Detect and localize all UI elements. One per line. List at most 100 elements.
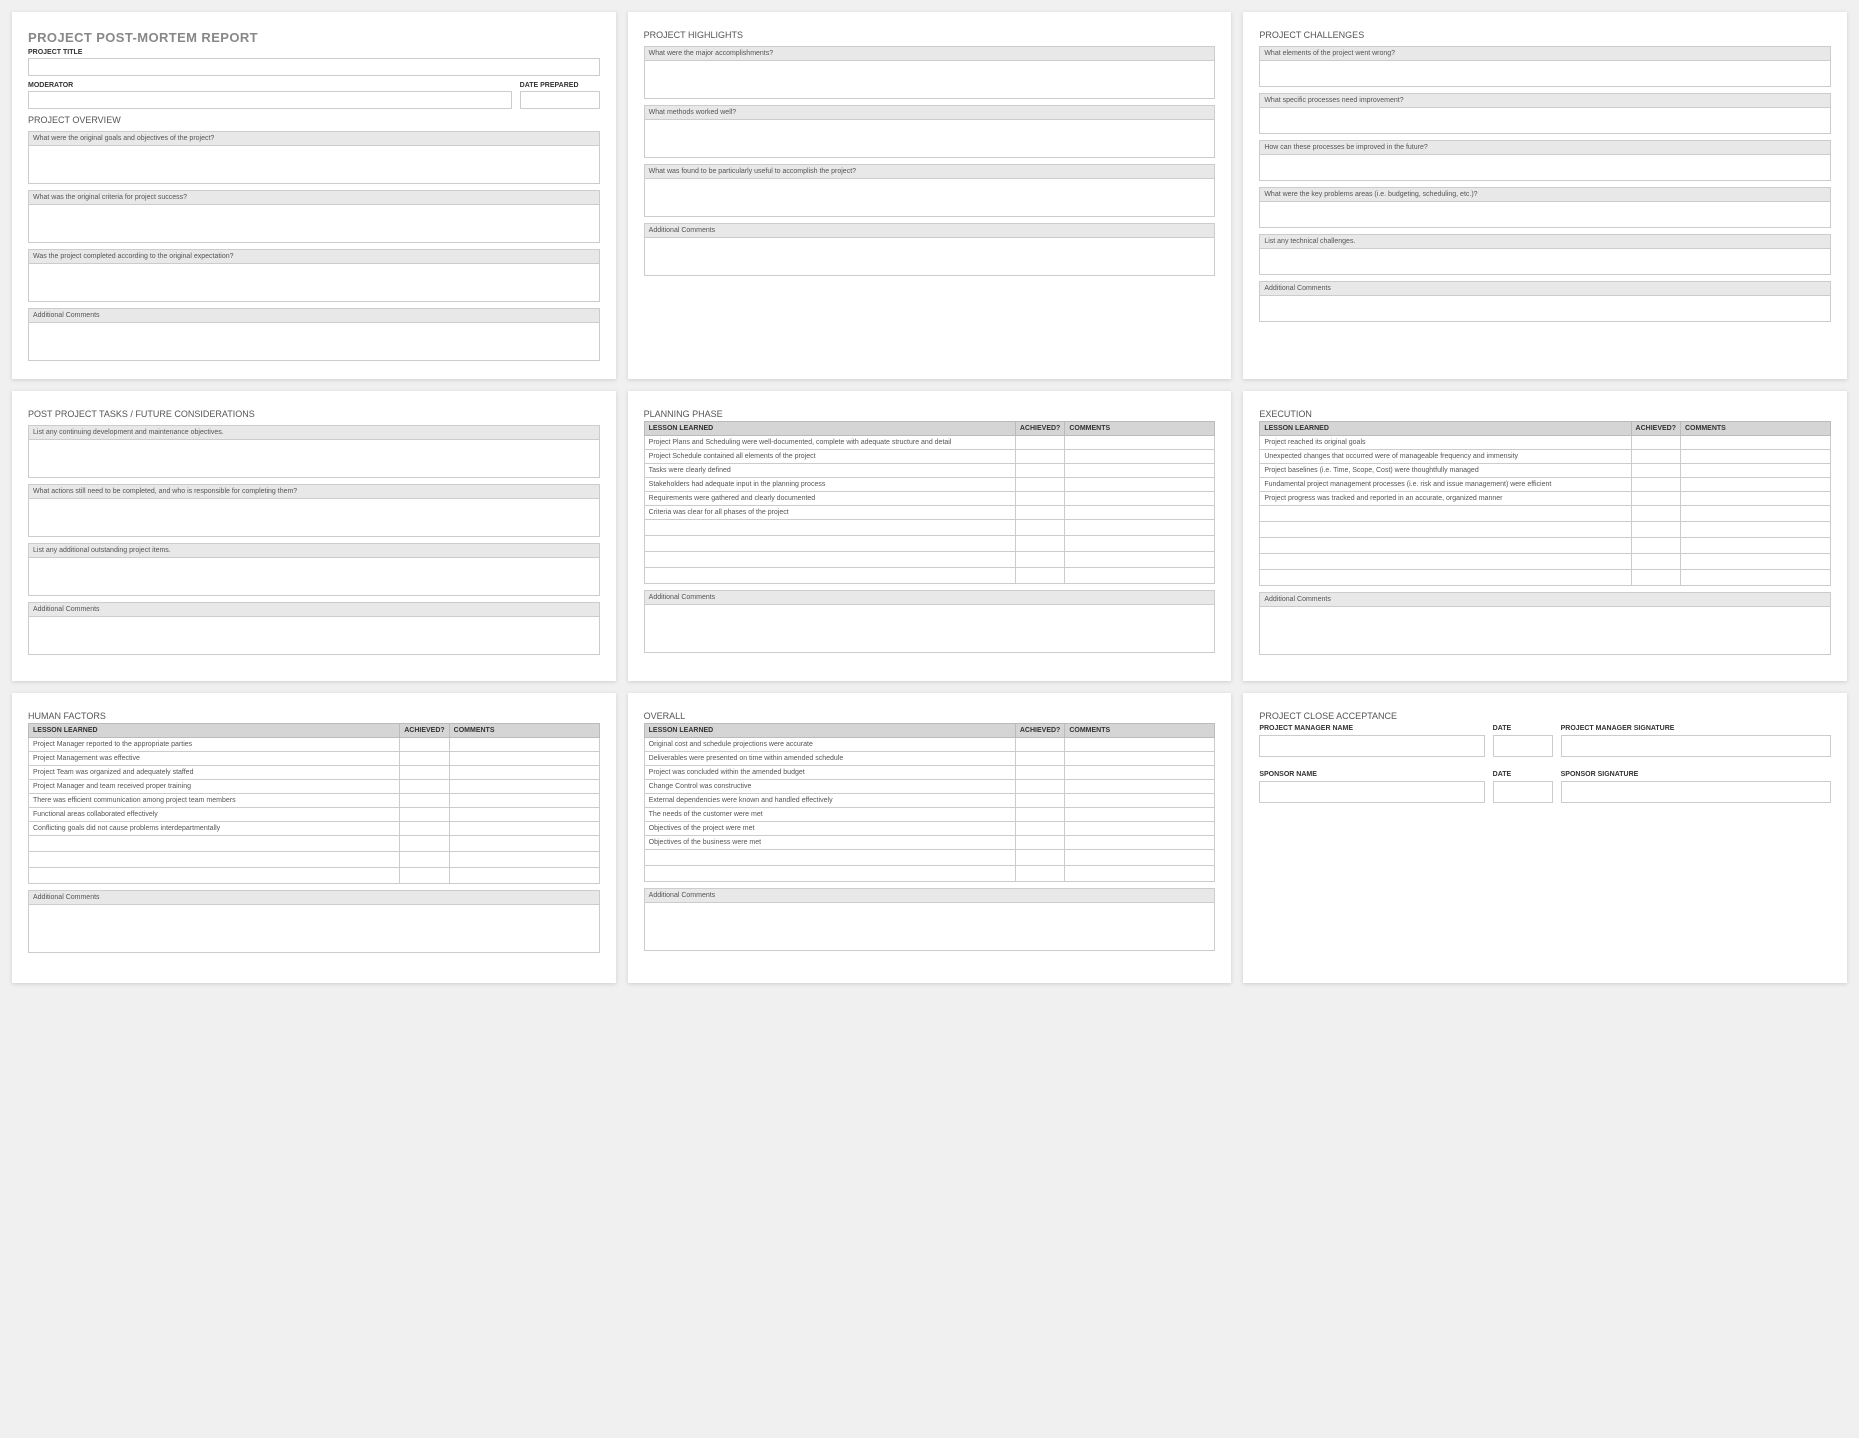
comments-cell[interactable] <box>1065 850 1215 866</box>
comments-cell[interactable] <box>1065 738 1215 752</box>
comments-cell[interactable] <box>449 868 599 884</box>
achieved-cell[interactable] <box>1631 492 1680 506</box>
comments-cell[interactable] <box>449 752 599 766</box>
comments-cell[interactable] <box>1065 520 1215 536</box>
comments-cell[interactable] <box>1681 538 1831 554</box>
comments-cell[interactable] <box>449 780 599 794</box>
comments-cell[interactable] <box>1681 522 1831 538</box>
comments-cell[interactable] <box>1065 866 1215 882</box>
comments-cell[interactable] <box>1065 436 1215 450</box>
comments-cell[interactable] <box>1065 822 1215 836</box>
comments-cell[interactable] <box>1681 450 1831 464</box>
comments-cell[interactable] <box>1681 554 1831 570</box>
achieved-cell[interactable] <box>1631 554 1680 570</box>
achieved-cell[interactable] <box>1631 506 1680 522</box>
comments-cell[interactable] <box>1065 464 1215 478</box>
comments-cell[interactable] <box>1065 450 1215 464</box>
achieved-cell[interactable] <box>400 808 449 822</box>
q-body[interactable] <box>1259 108 1831 134</box>
comments-cell[interactable] <box>1065 794 1215 808</box>
comments-cell[interactable] <box>1681 570 1831 586</box>
comments-cell[interactable] <box>449 852 599 868</box>
achieved-cell[interactable] <box>1015 780 1064 794</box>
q-body[interactable] <box>28 440 600 478</box>
achieved-cell[interactable] <box>1631 538 1680 554</box>
comments-cell[interactable] <box>1065 766 1215 780</box>
pm-name-input[interactable] <box>1259 735 1484 757</box>
achieved-cell[interactable] <box>400 868 449 884</box>
addl-body[interactable] <box>1259 607 1831 655</box>
q-body[interactable] <box>1259 155 1831 181</box>
achieved-cell[interactable] <box>1015 520 1064 536</box>
addl-body[interactable] <box>28 905 600 953</box>
sponsor-name-input[interactable] <box>1259 781 1484 803</box>
achieved-cell[interactable] <box>400 822 449 836</box>
achieved-cell[interactable] <box>1015 568 1064 584</box>
comments-cell[interactable] <box>449 808 599 822</box>
comments-cell[interactable] <box>449 836 599 852</box>
comments-cell[interactable] <box>449 822 599 836</box>
q-body[interactable] <box>644 179 1216 217</box>
comments-cell[interactable] <box>1065 552 1215 568</box>
achieved-cell[interactable] <box>1015 552 1064 568</box>
date-input[interactable] <box>1493 735 1553 757</box>
achieved-cell[interactable] <box>1631 436 1680 450</box>
q-body[interactable] <box>28 499 600 537</box>
comments-cell[interactable] <box>1681 478 1831 492</box>
achieved-cell[interactable] <box>400 836 449 852</box>
comments-cell[interactable] <box>1065 752 1215 766</box>
addl-body[interactable] <box>28 323 600 361</box>
addl-body[interactable] <box>28 617 600 655</box>
pm-sig-input[interactable] <box>1561 735 1831 757</box>
achieved-cell[interactable] <box>1015 492 1064 506</box>
comments-cell[interactable] <box>1065 780 1215 794</box>
achieved-cell[interactable] <box>1015 738 1064 752</box>
q-body[interactable] <box>28 146 600 184</box>
project-title-input[interactable] <box>28 58 600 76</box>
achieved-cell[interactable] <box>1015 536 1064 552</box>
q-body[interactable] <box>644 120 1216 158</box>
q-body[interactable] <box>28 264 600 302</box>
achieved-cell[interactable] <box>1631 570 1680 586</box>
comments-cell[interactable] <box>1065 808 1215 822</box>
comments-cell[interactable] <box>1065 836 1215 850</box>
comments-cell[interactable] <box>1681 464 1831 478</box>
achieved-cell[interactable] <box>400 852 449 868</box>
comments-cell[interactable] <box>1681 436 1831 450</box>
addl-body[interactable] <box>644 903 1216 951</box>
achieved-cell[interactable] <box>1015 866 1064 882</box>
comments-cell[interactable] <box>449 738 599 752</box>
comments-cell[interactable] <box>1065 536 1215 552</box>
achieved-cell[interactable] <box>1015 808 1064 822</box>
comments-cell[interactable] <box>1681 492 1831 506</box>
q-body[interactable] <box>1259 249 1831 275</box>
achieved-cell[interactable] <box>400 752 449 766</box>
comments-cell[interactable] <box>449 766 599 780</box>
achieved-cell[interactable] <box>1015 766 1064 780</box>
addl-body[interactable] <box>1259 296 1831 322</box>
achieved-cell[interactable] <box>1015 436 1064 450</box>
achieved-cell[interactable] <box>1631 464 1680 478</box>
q-body[interactable] <box>1259 61 1831 87</box>
comments-cell[interactable] <box>449 794 599 808</box>
q-body[interactable] <box>644 61 1216 99</box>
achieved-cell[interactable] <box>1015 850 1064 866</box>
achieved-cell[interactable] <box>1631 478 1680 492</box>
achieved-cell[interactable] <box>1015 506 1064 520</box>
moderator-input[interactable] <box>28 91 512 109</box>
date-input-2[interactable] <box>1493 781 1553 803</box>
achieved-cell[interactable] <box>400 766 449 780</box>
sponsor-sig-input[interactable] <box>1561 781 1831 803</box>
achieved-cell[interactable] <box>400 794 449 808</box>
q-body[interactable] <box>28 205 600 243</box>
date-prepared-input[interactable] <box>520 91 600 109</box>
comments-cell[interactable] <box>1065 492 1215 506</box>
addl-body[interactable] <box>644 238 1216 276</box>
comments-cell[interactable] <box>1065 506 1215 520</box>
achieved-cell[interactable] <box>1015 478 1064 492</box>
achieved-cell[interactable] <box>1631 450 1680 464</box>
achieved-cell[interactable] <box>400 738 449 752</box>
achieved-cell[interactable] <box>1015 836 1064 850</box>
q-body[interactable] <box>1259 202 1831 228</box>
achieved-cell[interactable] <box>1015 794 1064 808</box>
